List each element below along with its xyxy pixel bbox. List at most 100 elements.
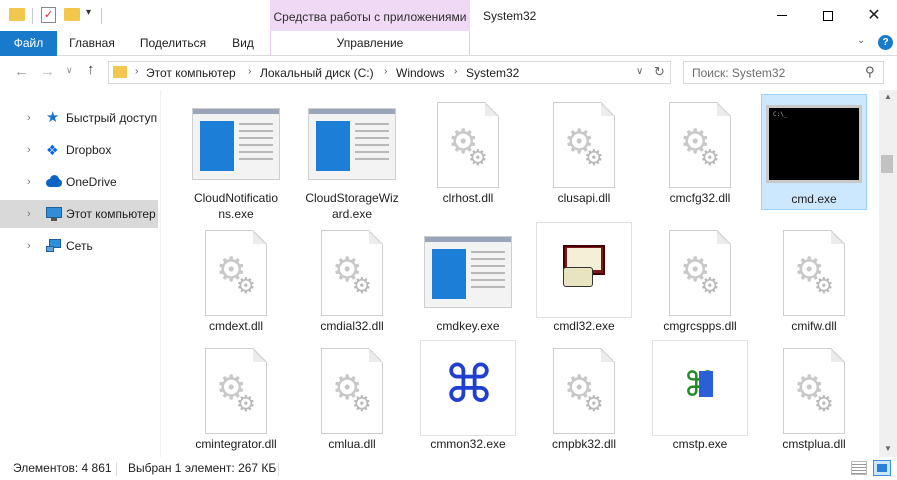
search-icon: ⚲ xyxy=(865,64,875,79)
file-item[interactable]: ⚙ ⚙ clusapi.dll xyxy=(531,94,637,210)
nav-item-label: Dropbox xyxy=(66,143,112,157)
expand-arrow-icon[interactable]: › xyxy=(27,208,31,220)
file-name-label: cmgrcspps.dll xyxy=(647,318,753,334)
tab-manage[interactable]: Управление xyxy=(270,31,470,55)
file-name-line: cmcfg32.dll xyxy=(669,191,731,205)
file-item[interactable]: ⚙ ⚙ clrhost.dll xyxy=(415,94,521,210)
app-window-icon xyxy=(308,108,396,180)
cloud-icon xyxy=(46,174,62,190)
file-item[interactable]: CloudStorageWiz ard.exe xyxy=(299,94,405,221)
dll-file-icon: ⚙ ⚙ xyxy=(205,348,267,434)
file-item[interactable]: ⚙ ⚙ cmlua.dll xyxy=(299,340,405,456)
details-view-icon[interactable] xyxy=(851,461,867,475)
collapse-ribbon-icon[interactable]: ⌄ xyxy=(857,35,865,46)
forward-arrow-icon[interactable]: → xyxy=(40,63,55,80)
status-separator xyxy=(116,462,117,476)
nav-item-label: Этот компьютер xyxy=(66,207,156,221)
title-bar: ✓ ▾ Средства работы с приложениями Syste… xyxy=(0,0,897,31)
nav-item-network[interactable]: › Сеть xyxy=(0,232,158,260)
minimize-button[interactable] xyxy=(759,0,805,31)
minimize-icon xyxy=(777,15,787,16)
search-input[interactable]: Поиск: System32 ⚲ xyxy=(683,61,884,84)
dll-file-icon: ⚙ ⚙ xyxy=(321,348,383,434)
file-name-line: CloudNotificatio xyxy=(193,191,279,205)
address-dropdown-icon[interactable]: ∨ xyxy=(636,66,643,77)
file-name-line: cmmon32.exe xyxy=(430,437,506,451)
close-button[interactable]: ✕ xyxy=(851,0,897,31)
breadcrumb-system32[interactable]: System32 xyxy=(466,66,519,80)
command-symbol-icon: ⌘ xyxy=(420,340,516,436)
file-name-line: cmdl32.exe xyxy=(553,319,615,333)
file-item[interactable]: ⚙ ⚙ cmstplua.dll xyxy=(761,340,867,456)
help-icon[interactable]: ? xyxy=(878,35,893,50)
nav-item-onedrive[interactable]: › OneDrive xyxy=(0,168,158,196)
new-folder-icon[interactable] xyxy=(64,8,80,21)
file-item[interactable]: cmdkey.exe xyxy=(415,222,521,338)
file-item[interactable]: C:\_ cmd.exe xyxy=(761,94,867,210)
expand-arrow-icon[interactable]: › xyxy=(27,240,31,252)
scrollbar-thumb[interactable] xyxy=(881,155,893,173)
dll-file-icon: ⚙ ⚙ xyxy=(205,230,267,316)
file-item[interactable]: ⚙ ⚙ cmgrcspps.dll xyxy=(647,222,753,338)
tab-home[interactable]: Главная xyxy=(62,31,122,56)
file-name-label: cmcfg32.dll xyxy=(647,190,753,206)
file-item[interactable]: ⚙ ⚙ cmdext.dll xyxy=(183,222,289,338)
refresh-icon[interactable]: ↻ xyxy=(654,64,665,80)
chevron-right-icon: › xyxy=(248,66,252,77)
file-item[interactable]: ⚙ ⚙ cmpbk32.dll xyxy=(531,340,637,456)
file-item[interactable]: CloudNotificatio ns.exe xyxy=(183,94,289,221)
qat-dropdown-icon[interactable]: ▾ xyxy=(86,7,91,18)
file-name-label: cmdl32.exe xyxy=(531,318,637,334)
tab-view[interactable]: Вид xyxy=(225,31,261,56)
file-name-line: cmdkey.exe xyxy=(436,319,500,333)
maximize-button[interactable] xyxy=(805,0,851,31)
file-item[interactable]: cmdl32.exe xyxy=(531,222,637,338)
back-arrow-icon[interactable]: ← xyxy=(14,63,29,80)
phonebook-icon xyxy=(536,222,632,318)
vertical-scrollbar[interactable]: ▲ ▼ xyxy=(879,90,897,457)
scroll-up-icon[interactable]: ▲ xyxy=(884,92,892,101)
file-item[interactable]: ⚙ ⚙ cmcfg32.dll xyxy=(647,94,753,210)
tab-file[interactable]: Файл xyxy=(0,31,57,56)
computer-icon xyxy=(46,206,62,222)
expand-arrow-icon[interactable]: › xyxy=(27,176,31,188)
file-name-label: cmlua.dll xyxy=(299,436,405,452)
address-bar[interactable]: › Этот компьютер › Локальный диск (C:) ›… xyxy=(108,61,671,84)
expand-arrow-icon[interactable]: › xyxy=(27,112,31,124)
breadcrumb-windows[interactable]: Windows xyxy=(396,66,445,80)
file-name-line: cmstplua.dll xyxy=(782,437,846,451)
tab-share[interactable]: Поделиться xyxy=(135,31,211,56)
file-item[interactable]: ⚙ ⚙ cmdial32.dll xyxy=(299,222,405,338)
file-name-label: cmd.exe xyxy=(762,191,866,207)
nav-item-quick-access[interactable]: › ★ Быстрый доступ xyxy=(0,104,158,132)
recent-locations-icon[interactable]: ∨ xyxy=(66,65,73,76)
file-name-label: CloudStorageWiz ard.exe xyxy=(299,190,405,222)
file-item[interactable]: ⌘cmstp.exe xyxy=(647,340,753,456)
properties-icon[interactable]: ✓ xyxy=(41,7,56,23)
breadcrumb-this-pc[interactable]: Этот компьютер xyxy=(146,66,236,80)
file-item[interactable]: ⌘ cmmon32.exe xyxy=(415,340,521,456)
file-name-label: cmintegrator.dll xyxy=(183,436,289,452)
scroll-down-icon[interactable]: ▼ xyxy=(884,444,892,453)
file-name-label: cmdext.dll xyxy=(183,318,289,334)
profile-installer-icon: ⌘ xyxy=(652,340,748,436)
status-separator xyxy=(278,462,279,476)
file-item[interactable]: ⚙ ⚙ cmintegrator.dll xyxy=(183,340,289,456)
close-icon: ✕ xyxy=(867,6,881,24)
nav-item-dropbox[interactable]: › ❖ Dropbox xyxy=(0,136,158,164)
qat-separator xyxy=(101,8,102,24)
selection-info: Выбран 1 элемент: 267 КБ xyxy=(128,461,277,475)
up-arrow-icon[interactable]: ↑ xyxy=(87,61,95,78)
file-name-label: cmifw.dll xyxy=(761,318,867,334)
file-item[interactable]: ⚙ ⚙ cmifw.dll xyxy=(761,222,867,338)
file-name-label: clrhost.dll xyxy=(415,190,521,206)
folder-icon xyxy=(9,8,25,21)
console-icon: C:\_ xyxy=(766,105,862,183)
context-tab-group: Средства работы с приложениями xyxy=(270,0,470,31)
nav-item-this-pc[interactable]: › Этот компьютер xyxy=(0,200,158,228)
breadcrumb-local-disk[interactable]: Локальный диск (C:) xyxy=(260,66,374,80)
large-icons-view-icon[interactable] xyxy=(873,460,891,476)
expand-arrow-icon[interactable]: › xyxy=(27,144,31,156)
navigation-pane: › ★ Быстрый доступ › ❖ Dropbox › OneDriv… xyxy=(0,90,160,457)
nav-item-label: Быстрый доступ xyxy=(66,111,158,125)
